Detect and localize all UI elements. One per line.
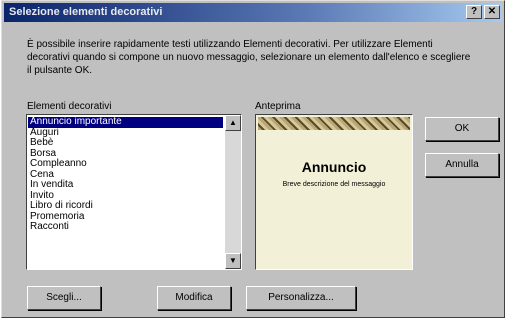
list-scrollbar[interactable]: ▲ ▼ [225, 115, 241, 269]
scroll-down-icon[interactable]: ▼ [225, 253, 241, 269]
preview-label: Anteprima [255, 101, 301, 112]
list-item[interactable]: Annuncio importante [28, 116, 223, 128]
close-button[interactable]: ✕ [484, 5, 500, 19]
preview-title: Annuncio [301, 159, 367, 175]
title-bar[interactable]: Selezione elementi decorativi ? ✕ [4, 3, 502, 22]
list-label: Elementi decorativi [27, 101, 112, 112]
list-item[interactable]: In vendita [28, 179, 223, 191]
list-item[interactable]: Libro di ricordi [28, 200, 223, 212]
list-item[interactable]: Bebè [28, 137, 223, 149]
list-item[interactable]: Racconti [28, 221, 223, 233]
ok-button[interactable]: OK [425, 117, 499, 141]
choose-button[interactable]: Scegli... [27, 286, 101, 310]
intro-text: È possibile inserire rapidamente testi u… [27, 39, 471, 76]
decorative-elements-list[interactable]: Annuncio importante Auguri Bebè Borsa Comple… [26, 114, 242, 270]
customize-button[interactable]: Personalizza... [246, 286, 356, 310]
list-item[interactable]: Compleanno [28, 158, 223, 170]
help-button[interactable]: ? [466, 5, 482, 19]
window-title: Selezione elementi decorativi [9, 6, 163, 18]
preview-pane: Annuncio Breve descrizione del messaggio [255, 114, 413, 270]
dialog-window: Selezione elementi decorativi ? ✕ È poss… [1, 0, 505, 318]
decorative-border-band [258, 117, 410, 130]
list-item[interactable]: Auguri [28, 127, 223, 139]
preview-subtitle: Breve descrizione del messaggio [282, 181, 386, 188]
scroll-up-icon[interactable]: ▲ [225, 115, 241, 131]
edit-button[interactable]: Modifica [157, 286, 231, 310]
cancel-button[interactable]: Annulla [425, 153, 499, 177]
list-items-container: Annuncio importante Auguri Bebè Borsa Comple… [28, 116, 223, 233]
